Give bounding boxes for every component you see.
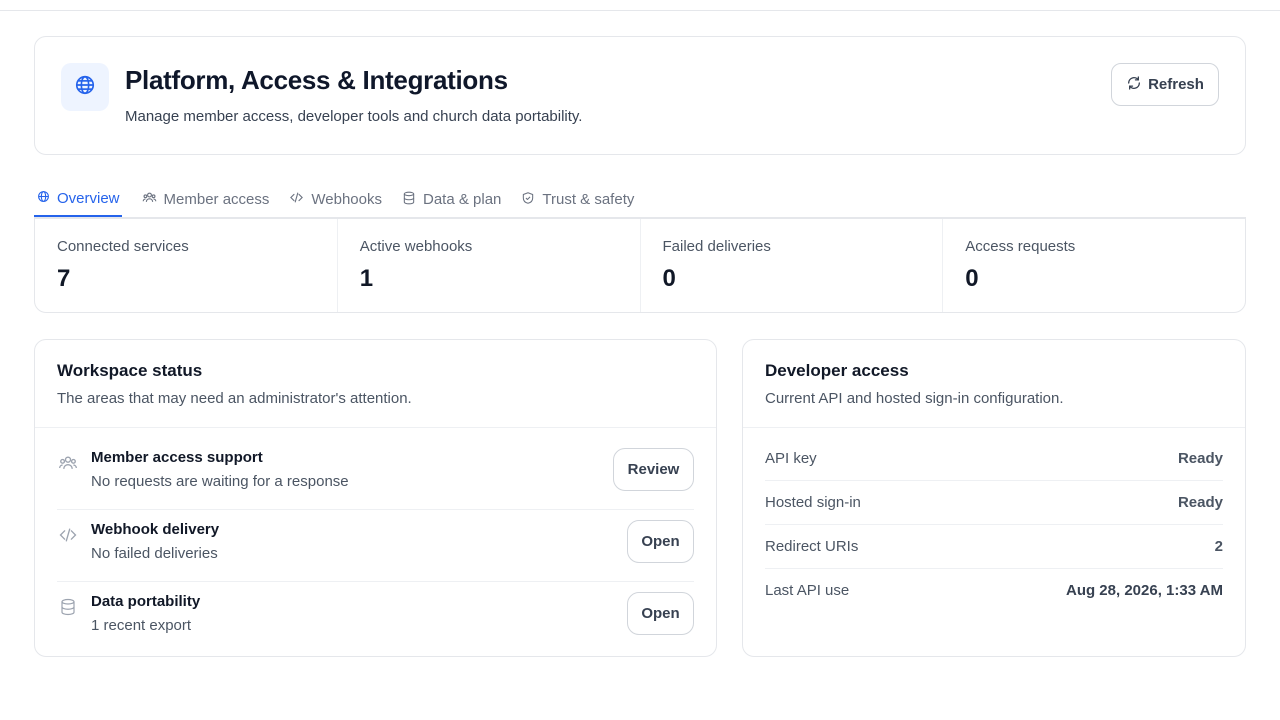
kv-row-api-key: API key Ready (765, 437, 1223, 481)
stat-label: Access requests (965, 238, 1076, 255)
stat-label: Active webhooks (359, 238, 473, 255)
panel-subtitle: The areas that may need an administrator… (57, 390, 412, 407)
stat-access-requests: Access requests 0 (943, 219, 1245, 312)
panel-subtitle: Current API and hosted sign-in configura… (765, 390, 1064, 407)
open-data-button[interactable]: Open (627, 592, 694, 635)
stat-value: 0 (965, 265, 979, 292)
status-title: Webhook delivery (91, 521, 220, 538)
shield-icon (521, 191, 535, 209)
open-webhooks-button[interactable]: Open (627, 520, 694, 563)
tab-webhooks[interactable]: Webhooks (286, 176, 382, 217)
kv-key: API key (765, 450, 817, 467)
panel-divider (743, 427, 1245, 428)
refresh-button[interactable]: Refresh (1111, 63, 1219, 106)
tab-bar: Overview Member access Webhooks Data & p… (34, 176, 1246, 218)
status-row-webhook-delivery: Webhook delivery No failed deliveries Op… (57, 510, 694, 582)
kv-key: Hosted sign-in (765, 494, 861, 511)
stat-active-webhooks: Active webhooks 1 (338, 219, 641, 312)
review-button[interactable]: Review (613, 448, 694, 491)
code-icon (289, 190, 304, 209)
tab-label: Overview (57, 190, 120, 207)
header-icon-badge (61, 63, 109, 111)
status-row-data-portability: Data portability 1 recent export Open (57, 582, 694, 654)
stat-label: Connected services (57, 238, 189, 255)
tab-trust-safety[interactable]: Trust & safety (518, 176, 634, 217)
stat-connected-services: Connected services 7 (35, 219, 338, 312)
stat-label: Failed deliveries (662, 238, 771, 255)
top-divider (0, 10, 1280, 11)
kv-value: Aug 28, 2026, 1:33 AM (1065, 581, 1223, 599)
refresh-label: Refresh (1148, 76, 1204, 93)
page-header-card: Platform, Access & Integrations Manage m… (34, 36, 1246, 155)
stats-summary: Connected services 7 Active webhooks 1 F… (34, 218, 1246, 313)
panel-title: Developer access (765, 361, 909, 380)
tab-data-plan[interactable]: Data & plan (399, 176, 501, 217)
tab-label: Member access (163, 191, 270, 208)
users-icon (57, 452, 79, 474)
status-description: No requests are waiting for a response (91, 473, 349, 490)
tab-member-access[interactable]: Member access (139, 176, 270, 217)
panel-title: Workspace status (57, 361, 203, 380)
stat-value: 7 (57, 265, 71, 292)
stat-value: 0 (662, 265, 676, 292)
globe-icon (74, 74, 96, 101)
code-icon (57, 524, 79, 546)
page-title: Platform, Access & Integrations (125, 65, 508, 95)
developer-access-panel: Developer access Current API and hosted … (742, 339, 1246, 657)
status-title: Member access support (91, 449, 263, 466)
panel-divider (35, 427, 716, 428)
kv-row-hosted-sign-in: Hosted sign-in Ready (765, 481, 1223, 525)
tab-label: Data & plan (423, 191, 502, 208)
users-icon (142, 190, 157, 209)
tab-label: Webhooks (311, 191, 382, 208)
kv-row-last-api-use: Last API use Aug 28, 2026, 1:33 AM (765, 568, 1223, 612)
database-icon (57, 596, 79, 618)
stat-value: 1 (359, 265, 374, 292)
globe-icon (37, 190, 50, 207)
database-icon (402, 191, 416, 209)
kv-key: Redirect URIs (765, 538, 859, 555)
status-description: No failed deliveries (91, 545, 218, 562)
status-row-member-access: Member access support No requests are wa… (57, 438, 694, 510)
kv-value: Ready (1177, 450, 1223, 467)
refresh-icon (1126, 75, 1142, 95)
stat-failed-deliveries: Failed deliveries 0 (641, 219, 944, 312)
tab-label: Trust & safety (542, 191, 635, 208)
workspace-status-panel: Workspace status The areas that may need… (34, 339, 717, 657)
kv-value: 2 (1214, 538, 1223, 555)
tab-overview[interactable]: Overview (34, 176, 122, 217)
kv-value: Ready (1177, 494, 1223, 511)
page-subtitle: Manage member access, developer tools an… (125, 108, 583, 125)
kv-row-redirect-uris: Redirect URIs 2 (765, 525, 1223, 569)
status-description: 1 recent export (91, 617, 192, 634)
status-title: Data portability (91, 593, 201, 610)
kv-key: Last API use (765, 581, 850, 599)
